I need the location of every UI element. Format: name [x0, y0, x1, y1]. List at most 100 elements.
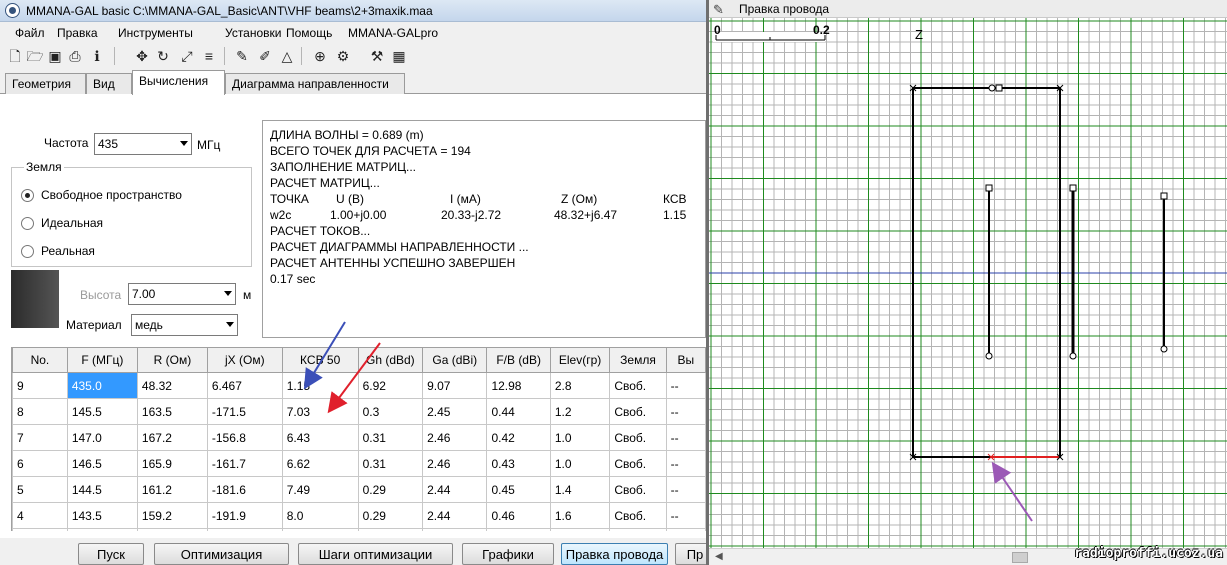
wire-drawing[interactable]: 0 0.2 Z [709, 18, 1227, 548]
chevron-down-icon[interactable] [180, 141, 188, 146]
table-cell[interactable]: -- [665, 424, 706, 451]
row-number-cell[interactable]: 4 [12, 502, 68, 529]
table-cell[interactable]: 1.0 [549, 424, 611, 451]
table-cell[interactable]: 161.2 [136, 476, 208, 503]
graphs-button[interactable]: Графики [462, 543, 554, 565]
table-row[interactable]: 6 146.5 165.9 -161.7 6.62 0.31 2.46 0.43 1.0 Своб… [12, 450, 706, 477]
row-number-cell[interactable]: 7 [12, 424, 68, 451]
row-number-cell[interactable]: 9 [12, 372, 68, 399]
info-icon[interactable]: ℹ [88, 47, 106, 65]
table-cell[interactable]: 2.45 [422, 398, 488, 425]
wire-canvas[interactable]: 0 0.2 Z [709, 18, 1227, 548]
table-cell[interactable]: -161.7 [206, 450, 283, 477]
table-cell[interactable] [665, 528, 706, 531]
table-cell[interactable]: 6.43 [281, 424, 359, 451]
table-cell[interactable]: -- [665, 502, 706, 529]
col-header[interactable]: F (МГц) [66, 347, 138, 373]
tab-geometry[interactable]: Геометрия [5, 73, 86, 94]
table-cell[interactable]: 0.29 [357, 476, 424, 503]
rotate-icon[interactable]: ↻ [154, 47, 172, 65]
optimization-steps-button[interactable]: Шаги оптимизации [298, 543, 453, 565]
radio-real[interactable]: Реальная [21, 243, 95, 259]
menu-pro[interactable]: MMANA-GALpro [348, 26, 438, 40]
table-cell[interactable]: 167.2 [136, 424, 208, 451]
move-icon[interactable]: ✥ [133, 47, 151, 65]
table-cell[interactable]: 1.4 [549, 476, 611, 503]
open-folder-icon[interactable]: 🗁 [26, 47, 44, 65]
radio-dot-checked[interactable] [21, 188, 34, 202]
table-cell[interactable]: 2.44 [422, 502, 488, 529]
title-bar[interactable]: MMANA-GAL basic C:\MMANA-GAL_Basic\ANT\V… [0, 0, 706, 22]
row-number-cell[interactable]: 3 [12, 528, 68, 531]
center-icon[interactable]: ⊕ [311, 47, 329, 65]
new-file-icon[interactable]: 🗋 [6, 47, 24, 65]
table-cell[interactable] [609, 528, 667, 531]
tab-pattern[interactable]: Диаграмма направленности [225, 73, 405, 94]
menu-tools[interactable]: Инструменты [118, 26, 193, 40]
pen-icon[interactable]: ✐ [256, 47, 274, 65]
table-cell[interactable]: Своб. [609, 424, 667, 451]
row-number-cell[interactable]: 5 [12, 476, 68, 503]
scroll-thumb[interactable] [1012, 552, 1028, 563]
settings-icon[interactable]: ⚙ [334, 47, 352, 65]
col-header[interactable]: No. [12, 347, 68, 373]
col-header[interactable]: F/B (dB) [486, 347, 551, 373]
table-cell[interactable] [549, 528, 611, 531]
edit-wire-button[interactable]: Правка провода [561, 543, 668, 565]
save-icon[interactable]: ▣ [46, 47, 64, 65]
table-cell[interactable]: -191.9 [206, 502, 283, 529]
menu-settings[interactable]: Установки [225, 26, 281, 40]
col-header[interactable]: Gh (dBd) [357, 347, 424, 373]
table-cell[interactable]: -- [665, 398, 706, 425]
table-cell[interactable]: 12.98 [486, 372, 551, 399]
table-cell[interactable]: 0.29 [357, 502, 424, 529]
col-header[interactable]: Elev(гр) [549, 347, 611, 373]
table-cell[interactable]: -156.8 [206, 424, 283, 451]
table-cell[interactable]: -171.5 [206, 398, 283, 425]
col-header[interactable]: Вы [665, 347, 706, 373]
height-combo[interactable]: 7.00 [128, 283, 236, 305]
scroll-left-icon[interactable]: ◀ [715, 551, 723, 562]
table-cell[interactable]: 2.46 [422, 450, 488, 477]
optimize-button[interactable]: Оптимизация [154, 543, 289, 565]
wire-edit-icon[interactable]: ≡ [200, 47, 218, 65]
triangle-icon[interactable]: △ [278, 47, 296, 65]
stretch-icon[interactable]: ⤢ [178, 47, 196, 65]
table-cell[interactable] [486, 528, 551, 531]
radio-dot[interactable] [21, 244, 34, 258]
table-cell[interactable]: 0.31 [357, 424, 424, 451]
start-button[interactable]: Пуск [78, 543, 144, 565]
table-cell[interactable] [281, 528, 359, 531]
chevron-down-icon[interactable] [226, 322, 234, 327]
table-cell[interactable]: 6.467 [206, 372, 283, 399]
table-cell[interactable]: 147.0 [66, 424, 138, 451]
table-cell[interactable] [357, 528, 424, 531]
table-cell[interactable]: 143.5 [66, 502, 138, 529]
material-combo[interactable]: медь [131, 314, 238, 336]
table-cell[interactable]: -- [665, 450, 706, 477]
table-cell[interactable]: Своб. [609, 502, 667, 529]
table-cell[interactable]: 0.45 [486, 476, 551, 503]
tab-calculations[interactable]: Вычисления [132, 70, 225, 95]
table-cell[interactable]: 165.9 [136, 450, 208, 477]
table-cell[interactable]: 1.0 [549, 450, 611, 477]
table-cell[interactable]: 2.46 [422, 424, 488, 451]
table-cell[interactable]: -- [665, 372, 706, 399]
table-cell[interactable]: 7.03 [281, 398, 359, 425]
table-cell[interactable]: 0.31 [357, 450, 424, 477]
table-cell[interactable]: 163.5 [136, 398, 208, 425]
table-row[interactable]: 9 435.0 48.32 6.467 1.15 6.92 9.07 12.98 2.8 Своб… [12, 372, 706, 399]
table-cell[interactable]: 0.3 [357, 398, 424, 425]
frequency-combo[interactable]: 435 [94, 133, 192, 155]
table-cell[interactable]: 146.5 [66, 450, 138, 477]
table-row[interactable]: 4 143.5 159.2 -191.9 8.0 0.29 2.44 0.46 1.6 Своб.… [12, 502, 706, 529]
table-cell[interactable]: Своб. [609, 450, 667, 477]
table-cell[interactable]: 159.2 [136, 502, 208, 529]
table-row[interactable]: 8 145.5 163.5 -171.5 7.03 0.3 2.45 0.44 1.2 Своб.… [12, 398, 706, 425]
radio-dot[interactable] [21, 216, 34, 230]
table-cell[interactable]: 145.5 [66, 398, 138, 425]
more-button[interactable]: Пр [675, 543, 706, 565]
table-cell[interactable]: 2.8 [549, 372, 611, 399]
menu-help[interactable]: Помощь [286, 26, 332, 40]
table-cell[interactable] [206, 528, 283, 531]
